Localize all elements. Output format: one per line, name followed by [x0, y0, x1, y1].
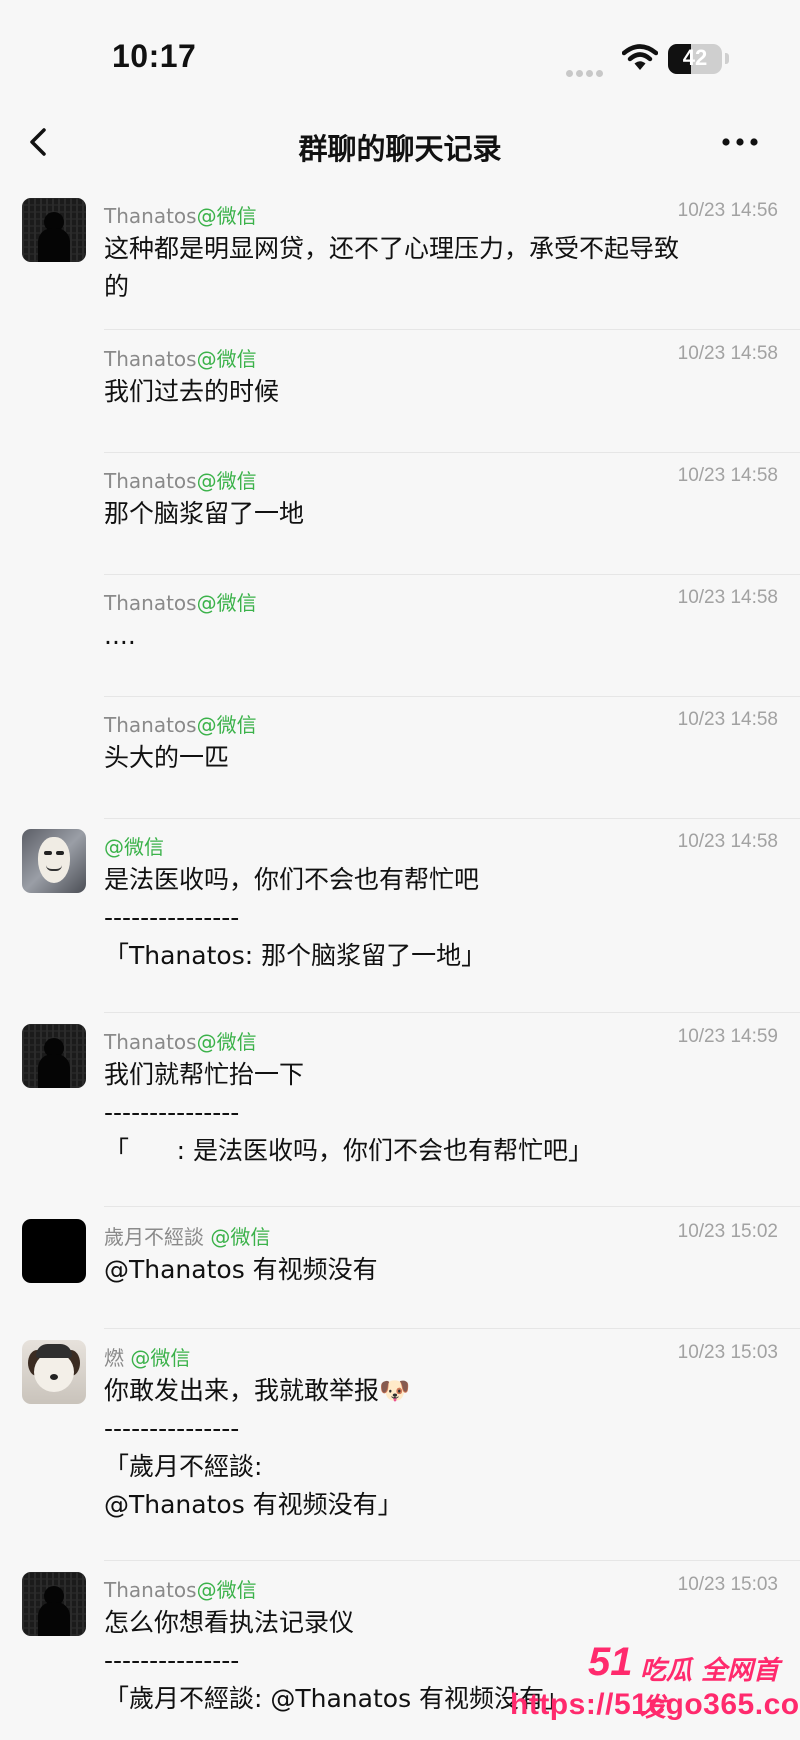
message-text: 是法医收吗，你们不会也有帮忙吧 --------------- 「Thanato… — [104, 865, 487, 970]
message-time: 10/23 14:58 — [677, 465, 778, 486]
message-time: 10/23 14:56 — [677, 200, 778, 221]
site-watermark: 51 吃瓜 全网首发 https://51cgo365.com — [470, 1640, 800, 1739]
sender-name: 歲月不經談 @微信 — [104, 1225, 271, 1249]
avatar[interactable] — [22, 829, 86, 893]
sender-name: Thanatos@微信 — [104, 713, 257, 737]
battery-icon: 42 — [668, 44, 722, 74]
message-text: 头大的一匹 — [104, 743, 230, 772]
list-item[interactable]: 歲月不經談 @微信 10/23 15:02 @Thanatos 有视频没有 — [0, 1207, 800, 1317]
message-time: 10/23 15:03 — [677, 1342, 778, 1363]
message-text: @Thanatos 有视频没有 — [104, 1255, 378, 1284]
message-text: .... — [104, 621, 136, 650]
sender-name: Thanatos@微信 — [104, 591, 257, 615]
nav-bar: 群聊的聊天记录 — [0, 110, 800, 180]
avatar[interactable] — [22, 1024, 86, 1088]
status-bar: 10:17 42 — [0, 0, 800, 110]
list-item[interactable]: Thanatos@微信 10/23 14:58 头大的一匹 — [0, 695, 800, 805]
sender-name: Thanatos@微信 — [104, 469, 257, 493]
message-text: 我们过去的时候 — [104, 377, 280, 406]
list-item[interactable]: @微信 10/23 14:58 是法医收吗，你们不会也有帮忙吧 --------… — [0, 817, 800, 1001]
list-item[interactable]: Thanatos@微信 10/23 14:59 我们就帮忙抬一下 -------… — [0, 1012, 800, 1196]
message-text: 这种都是明显网贷，还不了心理压力，承受不起导致 的 — [104, 234, 680, 301]
message-time: 10/23 14:58 — [677, 709, 778, 730]
more-options-icon[interactable] — [712, 122, 768, 162]
sender-name: @微信 — [104, 835, 164, 859]
list-item[interactable]: Thanatos@微信 10/23 14:58 .... — [0, 573, 800, 683]
message-time: 10/23 14:58 — [677, 343, 778, 364]
sender-name: Thanatos@微信 — [104, 1578, 257, 1602]
avatar[interactable] — [22, 1219, 86, 1283]
message-time: 10/23 14:59 — [677, 1026, 778, 1047]
battery-tip — [725, 53, 729, 64]
wifi-icon — [622, 44, 658, 70]
message-text: 那个脑浆留了一地 — [104, 499, 305, 528]
message-time: 10/23 15:03 — [677, 1574, 778, 1595]
page-title: 群聊的聊天记录 — [298, 132, 502, 166]
watermark-url: https://51cgo365.com — [510, 1688, 800, 1721]
avatar[interactable] — [22, 1572, 86, 1636]
message-text: 我们就帮忙抬一下 --------------- 「 : 是法医收吗，你们不会也… — [104, 1060, 594, 1165]
message-text: 你敢发出来，我就敢举报🐶 --------------- 「歲月不經談: @Th… — [104, 1376, 411, 1519]
status-time: 10:17 — [112, 38, 197, 74]
cellular-signal-icon — [566, 62, 608, 77]
message-time: 10/23 14:58 — [677, 831, 778, 852]
sender-name: Thanatos@微信 — [104, 347, 257, 371]
sender-name: 燃 @微信 — [104, 1346, 191, 1370]
list-item[interactable]: Thanatos@微信 10/23 14:58 我们过去的时候 — [0, 329, 800, 439]
list-item[interactable]: 燃 @微信 10/23 15:03 你敢发出来，我就敢举报🐶 ---------… — [0, 1328, 800, 1550]
sender-name: Thanatos@微信 — [104, 204, 257, 228]
watermark-number: 51 — [588, 1640, 633, 1684]
avatar[interactable] — [22, 1340, 86, 1404]
list-item[interactable]: Thanatos@微信 10/23 14:58 那个脑浆留了一地 — [0, 451, 800, 561]
battery-level: 42 — [682, 45, 708, 70]
message-time: 10/23 14:58 — [677, 587, 778, 608]
avatar[interactable] — [22, 198, 86, 262]
message-time: 10/23 15:02 — [677, 1221, 778, 1242]
sender-name: Thanatos@微信 — [104, 1030, 257, 1054]
list-item[interactable]: Thanatos@微信 10/23 14:56 这种都是明显网贷，还不了心理压力… — [0, 186, 800, 324]
